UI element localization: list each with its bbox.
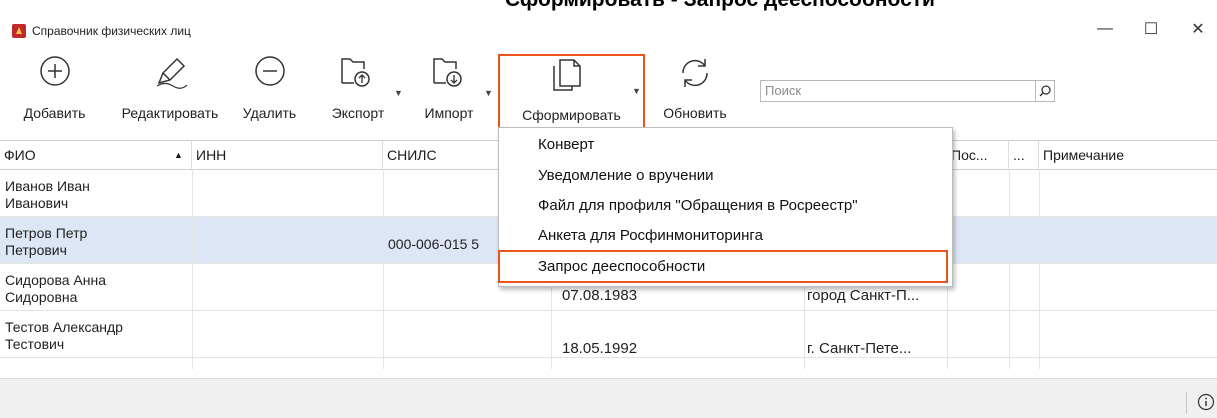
maximize-button[interactable]: ☐ <box>1136 18 1166 40</box>
export-dropdown-icon[interactable]: ▼ <box>394 88 403 98</box>
plus-circle-icon <box>40 56 70 86</box>
import-icon <box>433 58 462 87</box>
status-divider <box>1186 392 1187 414</box>
date-cell: 07.08.1983 <box>562 287 638 304</box>
import-dropdown-icon[interactable]: ▼ <box>484 88 493 98</box>
column-header-more[interactable]: ... <box>1009 141 1039 169</box>
refresh-icon <box>682 59 708 87</box>
app-logo-icon <box>12 24 26 38</box>
generate-dropdown-icon[interactable]: ▼ <box>632 86 641 96</box>
column-divider <box>1039 169 1040 369</box>
generate-button[interactable]: ▼ Сформировать <box>498 54 645 130</box>
date-cell: 18.05.1992 <box>562 340 638 357</box>
minimize-button[interactable]: — <box>1090 18 1120 40</box>
search-button[interactable] <box>1035 80 1055 102</box>
menu-item-envelope[interactable]: Конверт <box>538 136 594 153</box>
fio-cell: Петров Петр Петрович <box>5 225 88 258</box>
snils-cell: 000-006-015 5 <box>388 236 480 252</box>
document-icon <box>553 59 581 91</box>
info-icon[interactable] <box>1197 393 1215 411</box>
edit-button[interactable]: Редактировать <box>108 50 232 130</box>
sort-asc-icon: ▲ <box>174 150 183 160</box>
column-header-fio[interactable]: ФИО ▲ <box>0 141 192 169</box>
status-bar <box>0 378 1217 418</box>
generate-label: Сформировать <box>522 107 621 123</box>
export-label: Экспорт <box>331 105 385 121</box>
edit-label: Редактировать <box>121 105 219 121</box>
header-fragment: Сформировать - Запрос дееспособности <box>0 0 1217 14</box>
fio-cell: Иванов Иван Иванович <box>5 178 90 211</box>
close-button[interactable]: ✕ <box>1183 18 1213 40</box>
column-header-inn[interactable]: ИНН <box>192 141 383 169</box>
add-button[interactable]: Добавить <box>2 50 107 130</box>
export-button[interactable]: ▼ Экспорт <box>318 50 403 130</box>
place-cell: город Санкт-П... <box>807 287 920 304</box>
window-title: Справочник физических лиц <box>32 24 191 38</box>
menu-item-rosreestr-file[interactable]: Файл для профиля "Обращения в Росреестр" <box>538 197 858 214</box>
refresh-label: Обновить <box>663 105 727 121</box>
column-header-note[interactable]: Примечание <box>1039 141 1217 169</box>
export-icon <box>341 58 370 87</box>
delete-label: Удалить <box>242 105 297 121</box>
refresh-button[interactable]: Обновить <box>650 50 740 130</box>
add-label: Добавить <box>23 105 86 121</box>
import-button[interactable]: ▼ Импорт <box>410 50 493 130</box>
column-divider <box>192 169 193 369</box>
column-divider <box>383 169 384 369</box>
place-cell: г. Санкт-Пете... <box>807 340 912 357</box>
menu-item-rosfinmonitoring-form[interactable]: Анкета для Росфинмониторинга <box>538 227 763 244</box>
delete-button[interactable]: Удалить <box>232 50 307 130</box>
search-input[interactable]: Поиск <box>760 80 1036 102</box>
search-icon <box>1039 85 1051 97</box>
pencil-icon <box>156 57 188 89</box>
import-label: Импорт <box>424 105 474 121</box>
column-header-pos[interactable]: Пос... <box>947 141 1009 169</box>
menu-item-delivery-notice[interactable]: Уведомление о вручении <box>538 167 714 184</box>
column-divider <box>1009 169 1010 369</box>
menu-item-capacity-request[interactable]: Запрос дееспособности <box>538 258 705 275</box>
fio-cell: Сидорова Анна Сидоровна <box>5 272 107 305</box>
fio-cell: Тестов Александр Тестович <box>5 319 123 352</box>
minus-circle-icon <box>255 56 285 86</box>
